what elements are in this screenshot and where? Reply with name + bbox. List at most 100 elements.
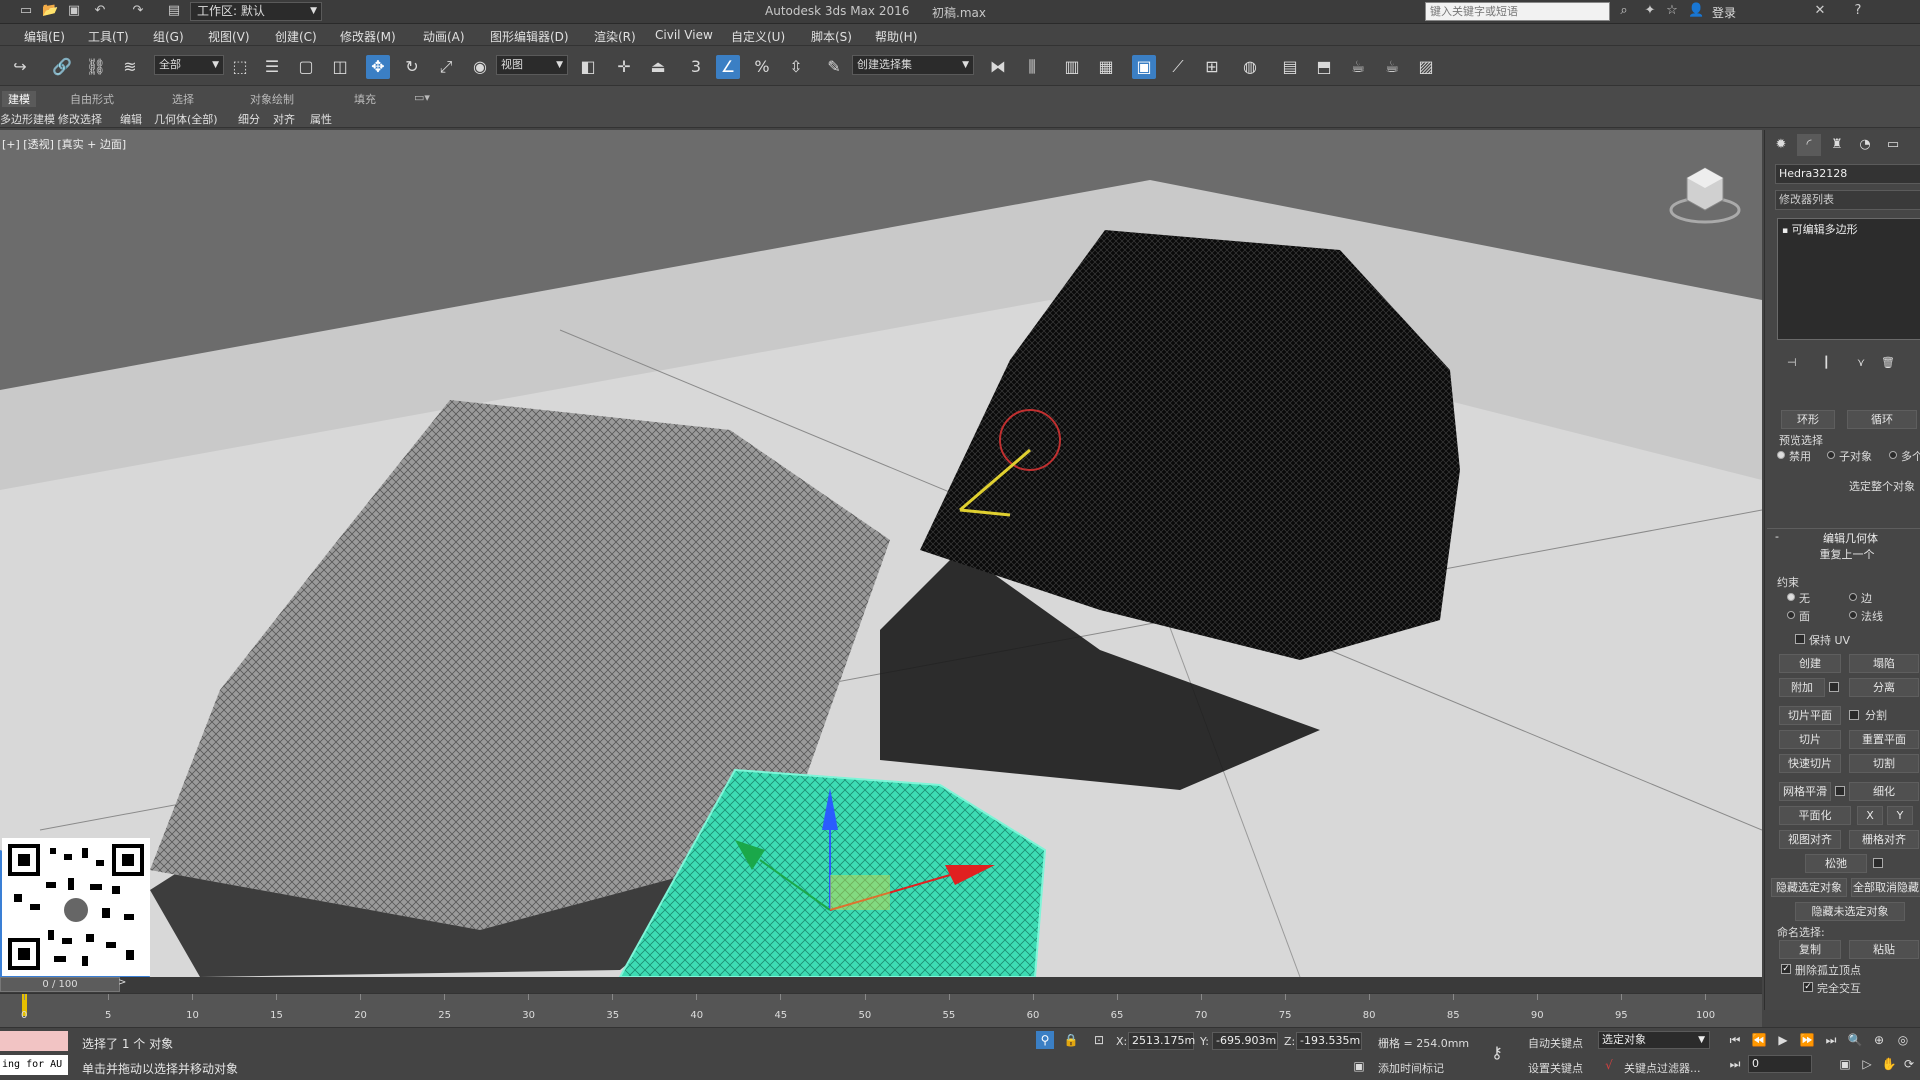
angle-snap-icon[interactable]: ∠ [716,55,740,79]
curve-editor-icon[interactable]: ⟋ [1166,55,1190,79]
menu-group[interactable]: 组(G) [153,28,184,45]
x-coordinate-field[interactable]: 2513.175m [1128,1032,1195,1050]
selection-lock-icon[interactable]: 🔒 [1062,1031,1080,1049]
menu-tools[interactable]: 工具(T) [88,28,129,45]
bind-space-warp-icon[interactable]: ≋ [118,55,142,79]
binoculars-icon[interactable]: ⌕ [1616,3,1632,19]
create-button[interactable]: 创建 [1779,654,1841,673]
help-search-input[interactable]: 键入关键字或短语 [1425,2,1610,21]
attach-button[interactable]: 附加 [1779,678,1825,697]
make-planar-button[interactable]: 平面化 [1779,806,1851,825]
viewcube-icon[interactable] [1665,160,1745,230]
edit-named-selection-icon[interactable]: ✎ [822,55,846,79]
pin-stack-icon[interactable]: ⊣ [1787,356,1797,369]
render-iterative-icon[interactable]: ☕ [1380,55,1404,79]
slice-button[interactable]: 切片 [1779,730,1841,749]
reference-coordinate-select[interactable]: 视图 ▼ [496,55,568,75]
ribbon-panel-subdivision[interactable]: 细分 [238,111,260,127]
spinner-snap-icon[interactable]: ⇳ [784,55,808,79]
ribbon-tab-modeling[interactable]: 建模 [2,91,36,107]
time-slider[interactable]: 0 / 100 > [0,977,1762,993]
constraint-normal-radio[interactable] [1849,611,1857,619]
ribbon-tab-populate[interactable]: 填充 [354,91,376,107]
menu-edit[interactable]: 编辑(E) [24,28,65,45]
paste-button[interactable]: 粘贴 [1849,940,1919,959]
key-mode-select[interactable]: 选定对象 ▼ [1598,1031,1710,1049]
delete-isolated-checkbox[interactable]: ✓ [1781,964,1791,974]
add-time-tag-label[interactable]: 添加时间标记 [1378,1060,1444,1076]
key-mode-toggle-icon[interactable]: ⏭ [1726,1055,1744,1073]
set-key-filter-icon[interactable]: √ [1600,1056,1618,1074]
go-to-start-icon[interactable]: ⏮ [1726,1031,1744,1049]
menu-views[interactable]: 视图(V) [208,28,250,45]
make-unique-icon[interactable]: ⋎ [1857,356,1865,369]
redo-icon[interactable]: ↷ [130,3,146,19]
object-name-field[interactable]: Hedra32128 [1775,164,1920,184]
window-crossing-icon[interactable]: ◫ [328,55,352,79]
set-key-button[interactable]: 设置关键点 [1528,1060,1583,1076]
absolute-mode-icon[interactable]: ⊡ [1090,1031,1108,1049]
field-of-view-icon[interactable]: ▷ [1858,1055,1876,1073]
planar-x-button[interactable]: X [1857,806,1883,825]
create-tab-icon[interactable]: ✹ [1769,134,1793,156]
menu-create[interactable]: 创建(C) [275,28,317,45]
ribbon-panel-align[interactable]: 对齐 [273,111,295,127]
motion-tab-icon[interactable]: ◔ [1853,134,1877,156]
percent-snap-icon[interactable]: % [750,55,774,79]
star-icon[interactable]: ☆ [1664,3,1680,19]
snap-3d-icon[interactable]: 3 [684,55,708,79]
menu-animation[interactable]: 动画(A) [423,28,465,45]
track-bar[interactable]: 0 5 10 15 20 25 30 35 40 45 50 55 60 65 70 75 80 85 90 95 10… [0,993,1762,1027]
loop-button[interactable]: 循环 [1847,410,1917,429]
meshsmooth-settings-icon[interactable] [1835,786,1845,796]
modifier-list-select[interactable]: 修改器列表 [1775,190,1920,210]
ribbon-options-icon[interactable]: ▭▾ [414,91,430,104]
key-icon[interactable]: ⚷ [1488,1044,1506,1062]
modify-tab-icon[interactable]: ◜ [1797,134,1821,156]
slice-plane-button[interactable]: 切片平面 [1779,706,1841,725]
maximize-viewport-icon[interactable]: ◎ [1894,1031,1912,1049]
unlink-icon[interactable]: ⛓ [84,55,108,79]
z-coordinate-field[interactable]: -193.535m [1296,1032,1362,1050]
select-object-icon[interactable]: ⬚ [228,55,252,79]
split-checkbox[interactable] [1849,710,1859,720]
preserve-uv-checkbox[interactable] [1795,634,1805,644]
render-setup-icon[interactable]: ▤ [1278,55,1302,79]
link-icon[interactable]: 🔗 [50,55,74,79]
ribbon-panel-properties[interactable]: 属性 [310,111,332,127]
preview-subobject-radio[interactable] [1827,451,1835,459]
ribbon-panel-edit[interactable]: 编辑 [120,111,142,127]
scene-explorer-icon[interactable]: ▦ [1094,55,1118,79]
time-slider-thumb[interactable]: 0 / 100 [0,977,120,992]
ribbon-panel-geometry-all[interactable]: 几何体(全部) [154,111,218,127]
select-and-move-icon[interactable]: ✥ [366,55,390,79]
layer-manager-icon[interactable]: ▥ [1060,55,1084,79]
mirror-icon[interactable]: ⧓ [986,55,1010,79]
project-folder-icon[interactable]: ▤ [166,3,182,19]
orbit-icon[interactable]: ⟳ [1900,1055,1918,1073]
detach-button[interactable]: 分离 [1849,678,1919,697]
next-frame-icon[interactable]: > [118,977,126,988]
next-frame-icon[interactable]: ⏩ [1798,1031,1816,1049]
relax-settings-icon[interactable] [1873,858,1883,868]
menu-customize[interactable]: 自定义(U) [731,28,785,45]
relax-button[interactable]: 松弛 [1805,854,1867,873]
show-end-result-icon[interactable]: ┃ [1823,356,1830,369]
redo-arrow-icon[interactable]: ↪ [8,55,32,79]
quickslice-button[interactable]: 快速切片 [1779,754,1841,773]
ribbon-panel-modify-selection[interactable]: 修改选择 [58,111,102,127]
select-and-place-icon[interactable]: ◉ [468,55,492,79]
menu-modifiers[interactable]: 修改器(M) [340,28,396,45]
tessellate-button[interactable]: 细化 [1849,782,1919,801]
menu-rendering[interactable]: 渲染(R) [594,28,636,45]
select-and-rotate-icon[interactable]: ↻ [400,55,424,79]
login-link[interactable]: 登录 [1712,4,1736,21]
remove-modifier-icon[interactable]: 🗑 [1881,356,1895,369]
grid-align-button[interactable]: 栅格对齐 [1849,830,1919,849]
undo-icon[interactable]: ↶ [92,3,108,19]
stack-item-editable-poly[interactable]: ▪ 可编辑多边形 [1782,221,1858,237]
material-editor-icon[interactable]: ◍ [1238,55,1262,79]
zoom-all-icon[interactable]: ⊕ [1870,1031,1888,1049]
maxscript-output[interactable]: ing for AU [0,1055,68,1075]
viewport-label[interactable]: [+] [透视] [真实 + 边面] [2,136,126,152]
